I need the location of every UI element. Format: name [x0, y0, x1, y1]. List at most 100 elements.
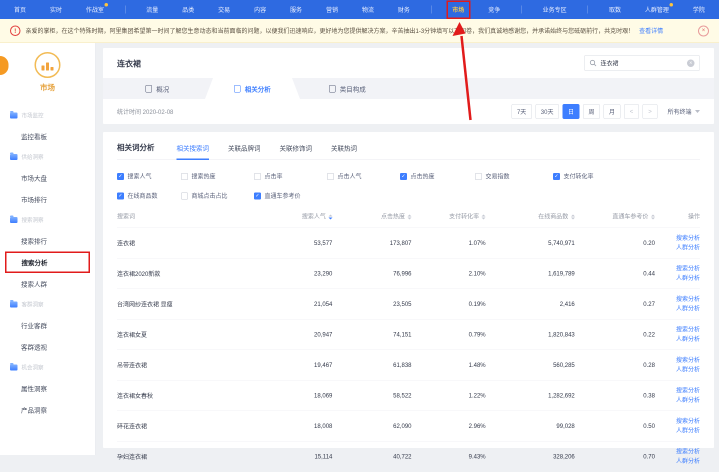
value-cell: 53,577: [258, 228, 332, 259]
nav-item-traffic[interactable]: 流量: [143, 3, 161, 16]
close-icon[interactable]: ×: [698, 25, 709, 36]
next-page-button[interactable]: >: [642, 104, 657, 119]
action-link-搜索分析[interactable]: 搜索分析: [655, 447, 700, 457]
checkbox-icon[interactable]: ✓: [553, 173, 560, 180]
action-link-人群分析[interactable]: 人群分析: [655, 274, 700, 284]
column-header[interactable]: 搜索人气: [258, 212, 332, 228]
metric-checkbox[interactable]: 商城点击占比: [181, 192, 254, 201]
checkbox-icon[interactable]: [181, 192, 188, 199]
clear-icon[interactable]: ×: [687, 59, 695, 67]
nav-item-realtime[interactable]: 实时: [47, 3, 65, 16]
subtab-related-modifier-words[interactable]: 关联修饰词: [280, 143, 313, 160]
sort-icon[interactable]: [482, 214, 486, 219]
metric-checkbox[interactable]: 交易指数: [475, 172, 553, 181]
date-button-月[interactable]: 月: [603, 104, 620, 119]
search-term-cell: 连衣裙2020新款: [117, 258, 258, 289]
checkbox-icon[interactable]: ✓: [254, 192, 261, 199]
subtab-related-hot-words[interactable]: 关联热词: [331, 143, 357, 160]
sidebar-item-search-analysis[interactable]: 搜索分析: [5, 252, 90, 274]
sidebar-item-monitor-board[interactable]: 监控看板: [0, 126, 95, 148]
tab-overview[interactable]: 概况: [110, 78, 205, 99]
column-header[interactable]: 支付转化率: [412, 212, 486, 228]
nav-item-competition[interactable]: 竞争: [485, 3, 503, 16]
action-link-搜索分析[interactable]: 搜索分析: [655, 355, 700, 365]
sort-icon[interactable]: [408, 214, 412, 219]
column-header[interactable]: 直通车参考价: [575, 212, 655, 228]
sidebar-item-market-overview[interactable]: 市场大盘: [0, 167, 95, 189]
sidebar-item-search-ranking[interactable]: 搜索排行: [0, 230, 95, 252]
nav-item-trade[interactable]: 交易: [215, 3, 233, 16]
actions-cell: 搜索分析人群分析: [655, 258, 700, 289]
metric-checkbox[interactable]: ✓支付转化率: [553, 172, 700, 181]
nav-item-home[interactable]: 首页: [11, 3, 29, 16]
action-link-搜索分析[interactable]: 搜索分析: [655, 325, 700, 335]
checkbox-icon[interactable]: [181, 173, 188, 180]
nav-item-service[interactable]: 服务: [287, 3, 305, 16]
nav-item-academy[interactable]: 学院: [690, 3, 708, 16]
nav-item-marketing[interactable]: 营销: [323, 3, 341, 16]
actions-cell: 搜索分析人群分析: [655, 380, 700, 411]
nav-item-market[interactable]: 市场: [449, 3, 467, 16]
checkbox-icon[interactable]: ✓: [117, 173, 124, 180]
search-term-cell: 台湾网纱连衣裙 显瘦: [117, 289, 258, 320]
tab-related-analysis[interactable]: 相关分析: [205, 78, 300, 99]
checkbox-icon[interactable]: ✓: [400, 173, 407, 180]
date-button-30天[interactable]: 30天: [535, 104, 559, 119]
date-button-周[interactable]: 周: [583, 104, 600, 119]
sidebar-item-attribute-insight[interactable]: 属性洞察: [0, 378, 95, 400]
tab-category-composition[interactable]: 类目构成: [300, 78, 395, 99]
column-header[interactable]: 点击热度: [332, 212, 411, 228]
keyword-search-input[interactable]: 连衣裙 ×: [584, 55, 700, 71]
action-link-人群分析[interactable]: 人群分析: [655, 426, 700, 436]
date-button-7天[interactable]: 7天: [511, 104, 531, 119]
action-link-人群分析[interactable]: 人群分析: [655, 365, 700, 375]
action-link-人群分析[interactable]: 人群分析: [655, 304, 700, 314]
metric-checkbox[interactable]: 点击率: [254, 172, 327, 181]
action-link-搜索分析[interactable]: 搜索分析: [655, 294, 700, 304]
nav-item-war-room[interactable]: 作战室: [83, 3, 107, 16]
metric-checkbox[interactable]: ✓在线商品数: [117, 192, 181, 201]
sort-icon[interactable]: [571, 214, 575, 219]
action-link-人群分析[interactable]: 人群分析: [655, 457, 700, 467]
folder-icon: [10, 217, 18, 223]
subtab-related-brand-words[interactable]: 关联品牌词: [228, 143, 261, 160]
notice-detail-link[interactable]: 查看详情: [639, 27, 663, 36]
nav-item-finance[interactable]: 财务: [395, 3, 413, 16]
sidebar-item-search-audience[interactable]: 搜索人群: [0, 273, 95, 295]
action-link-人群分析[interactable]: 人群分析: [655, 335, 700, 345]
column-label: 操作: [688, 213, 700, 220]
metric-checkbox[interactable]: ✓点击热度: [400, 172, 475, 181]
metric-checkbox[interactable]: ✓直通车参考价: [254, 192, 327, 201]
metric-checkbox[interactable]: 搜索热度: [181, 172, 254, 181]
sidebar-item-customer-insight[interactable]: 客群透视: [0, 336, 95, 358]
nav-item-content[interactable]: 内容: [251, 3, 269, 16]
sidebar-item-industry-customers[interactable]: 行业客群: [0, 315, 95, 337]
sort-icon[interactable]: [651, 214, 655, 219]
action-link-搜索分析[interactable]: 搜索分析: [655, 386, 700, 396]
checkbox-icon[interactable]: [254, 173, 261, 180]
action-link-搜索分析[interactable]: 搜索分析: [655, 264, 700, 274]
column-header[interactable]: 在线商品数: [486, 212, 575, 228]
checkbox-icon[interactable]: [475, 173, 482, 180]
action-link-搜索分析[interactable]: 搜索分析: [655, 233, 700, 243]
action-link-人群分析[interactable]: 人群分析: [655, 396, 700, 406]
nav-item-category[interactable]: 品类: [179, 3, 197, 16]
metric-checkbox[interactable]: ✓搜索人气: [117, 172, 181, 181]
checkbox-icon[interactable]: [327, 173, 334, 180]
action-link-人群分析[interactable]: 人群分析: [655, 243, 700, 253]
sidebar-item-product-insight[interactable]: 产品洞察: [0, 399, 95, 421]
checkbox-icon[interactable]: ✓: [117, 192, 124, 199]
nav-item-logistics[interactable]: 物流: [359, 3, 377, 16]
terminal-dropdown[interactable]: 所有终端: [667, 107, 700, 116]
metric-checkbox[interactable]: 点击人气: [327, 172, 400, 181]
nav-separator: [521, 6, 522, 14]
nav-item-business-zone[interactable]: 业务专区: [540, 3, 570, 16]
date-button-日[interactable]: 日: [562, 104, 579, 119]
sidebar-item-market-ranking[interactable]: 市场排行: [0, 189, 95, 211]
sort-icon[interactable]: [328, 214, 332, 219]
action-link-搜索分析[interactable]: 搜索分析: [655, 416, 700, 426]
subtab-related-search-words[interactable]: 相关搜索词: [177, 143, 210, 160]
prev-page-button[interactable]: <: [624, 104, 639, 119]
nav-item-data-fetch[interactable]: 取数: [606, 3, 624, 16]
nav-item-audience-management[interactable]: 人群管理: [642, 3, 672, 16]
